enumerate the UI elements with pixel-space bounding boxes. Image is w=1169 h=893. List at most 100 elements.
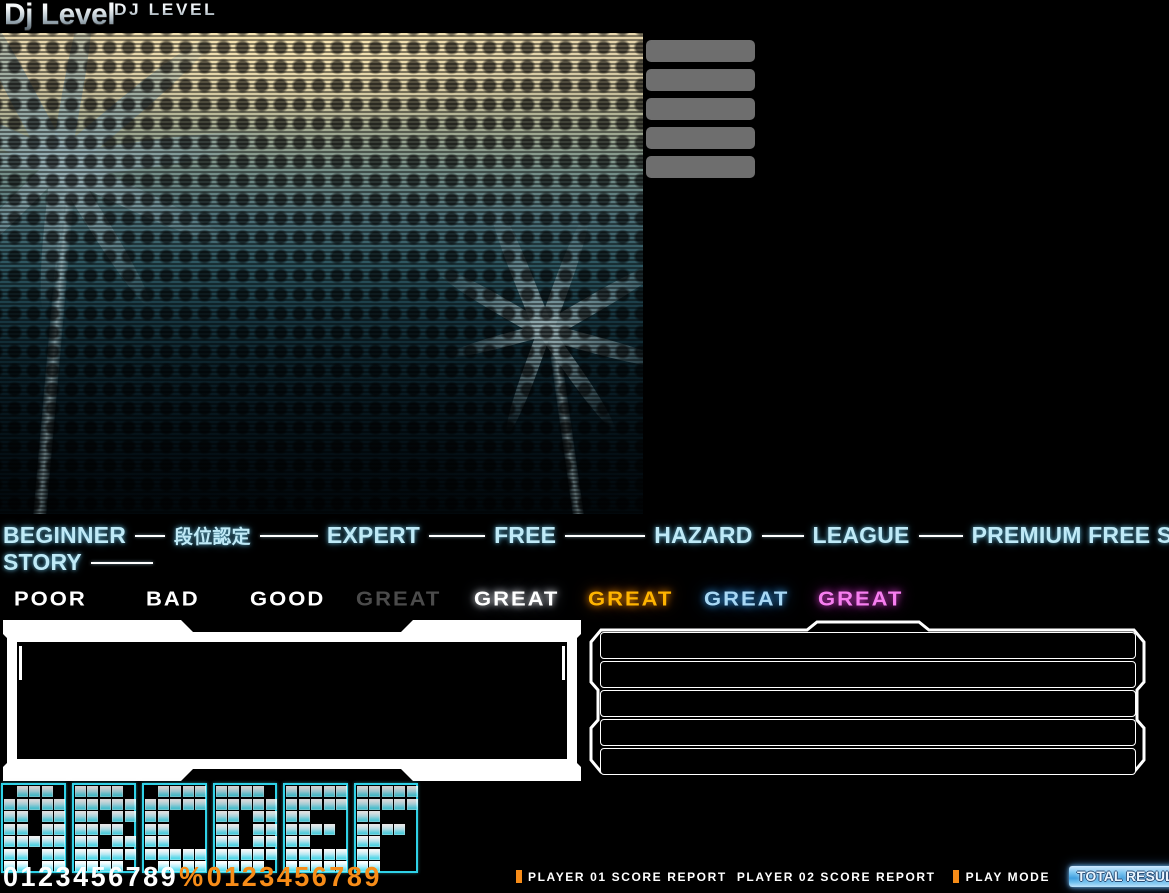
rank-letter-pixel — [356, 836, 368, 847]
mode-separator — [761, 534, 804, 537]
judgement-label-row: POOR BAD GOOD GREAT GREAT GREAT GREAT GR… — [0, 586, 1169, 618]
list-item[interactable] — [646, 156, 755, 178]
rank-letter-pixel — [323, 786, 335, 797]
mode-separator — [90, 561, 153, 564]
rank-letter-pixel — [157, 811, 169, 822]
mode-separator — [918, 534, 963, 537]
rank-letter-pixel — [336, 786, 347, 797]
rank-letter-pixel — [215, 848, 227, 860]
list-item[interactable] — [646, 40, 755, 62]
rank-letter-pixel — [286, 798, 297, 810]
rank-letter-pixel — [215, 798, 227, 810]
rank-letter-pixel — [112, 836, 123, 847]
rank-letter-pixel — [369, 786, 380, 797]
rank-letter-pixel — [74, 823, 86, 835]
rank-letter-pixel — [228, 823, 239, 835]
rank-letter-pixel — [215, 786, 227, 797]
rank-letter-pixel — [240, 848, 252, 860]
rank-letter-b — [71, 783, 138, 874]
mode-expert[interactable]: EXPERT — [327, 522, 420, 549]
rank-letter-pixel — [99, 786, 111, 797]
rank-letter-f — [353, 783, 420, 874]
rank-letter-pixel — [336, 798, 347, 810]
rank-letter-pixel — [253, 823, 264, 835]
rank-letter-pixel — [99, 848, 111, 860]
rank-letter-pixel — [54, 798, 65, 810]
table-row[interactable] — [600, 632, 1136, 659]
rank-letter-pixel — [16, 823, 28, 835]
mode-dan-ninei[interactable]: 段位認定 — [174, 522, 251, 549]
rank-letter-pixel — [253, 798, 264, 810]
rank-letter-pixel — [228, 798, 239, 810]
white-number-row: 0123456789 — [3, 861, 179, 893]
result-rows-panel[interactable] — [589, 620, 1146, 781]
player01-score-report-label[interactable]: PLAYER 01 SCORE REPORT — [528, 870, 727, 884]
mode-league[interactable]: LEAGUE — [813, 522, 910, 549]
rank-letter-pixel — [253, 836, 264, 847]
rank-letter-pixel — [112, 786, 123, 797]
percent-symbol: % — [179, 861, 206, 893]
rank-letter-pixel — [41, 823, 53, 835]
rank-letter-pixel — [16, 786, 28, 797]
rank-letter-a — [1, 783, 67, 874]
judgement-bad: BAD — [146, 587, 200, 611]
mode-hazard[interactable]: HAZARD — [654, 522, 752, 549]
page-title: Dj Level — [4, 0, 116, 31]
judgement-great-orange: GREAT — [588, 587, 674, 611]
rank-letter-pixel — [54, 823, 65, 835]
title-bar: Dj Level DJ LEVEL — [0, 0, 1169, 32]
rank-letter-pixel — [265, 823, 277, 835]
play-mode-row-2: STORY — [0, 549, 1169, 576]
rank-letter-pixel — [394, 823, 405, 835]
rank-letter-pixel — [112, 798, 123, 810]
mode-story[interactable]: STORY — [3, 549, 82, 576]
rank-letter-pixel — [74, 798, 86, 810]
rank-letter-pixel — [381, 823, 393, 835]
rank-letter-pixel — [369, 811, 380, 822]
rank-letter-pixel — [74, 848, 86, 860]
rank-letter-pixel — [87, 786, 98, 797]
footer-label-bar: PLAYER 01 SCORE REPORT PLAYER 02 SCORE R… — [516, 866, 1169, 887]
rank-letter-pixel — [157, 823, 169, 835]
rank-letter-pixel — [145, 848, 156, 860]
mode-separator — [259, 534, 318, 537]
list-item[interactable] — [646, 69, 755, 91]
rank-letter-pixel — [157, 836, 169, 847]
rank-letter-pixel — [16, 798, 28, 810]
rank-letter-pixel — [298, 798, 310, 810]
rank-letter-pixel — [54, 811, 65, 822]
list-item[interactable] — [646, 98, 755, 120]
number-glyph-strip: 0123456789 % 0123456789 — [3, 862, 382, 893]
table-row[interactable] — [600, 661, 1136, 688]
table-row[interactable] — [600, 690, 1136, 717]
rank-letter-pixel — [170, 798, 181, 810]
table-row[interactable] — [600, 748, 1136, 775]
rank-letter-pixel — [298, 811, 310, 822]
rank-letter-pixel — [182, 798, 194, 810]
mode-free[interactable]: FREE — [494, 522, 556, 549]
rank-letter-pixel — [54, 836, 65, 847]
mode-separator — [429, 534, 486, 537]
rank-letter-pixel — [124, 811, 136, 822]
total-result-badge[interactable]: TOTAL RESULT — [1069, 866, 1169, 887]
rank-letter-pixel — [265, 836, 277, 847]
player02-score-report-label[interactable]: PLAYER 02 SCORE REPORT — [737, 870, 936, 884]
play-mode-label[interactable]: PLAY MODE — [966, 870, 1050, 884]
mode-beginner[interactable]: BEGINNER — [3, 522, 126, 549]
rank-letter-pixel — [298, 848, 310, 860]
list-item[interactable] — [646, 127, 755, 149]
table-row[interactable] — [600, 719, 1136, 746]
rank-letter-pixel — [323, 848, 335, 860]
rank-letter-pixel — [356, 848, 368, 860]
rank-letter-pixel — [253, 848, 264, 860]
rank-letter-pixel — [265, 848, 277, 860]
rank-letter-pixel — [286, 786, 297, 797]
mode-premium-free-standard[interactable]: PREMIUM FREE STANDARD — [972, 522, 1169, 549]
mode-separator — [135, 534, 166, 537]
rank-letter-pixel — [29, 786, 40, 797]
rank-letter-pixel — [286, 823, 297, 835]
orange-number-row: 0123456789 — [206, 861, 382, 893]
rank-letter-pixel — [4, 823, 15, 835]
rank-letter-pixel — [74, 811, 86, 822]
score-detail-panel[interactable] — [3, 620, 581, 781]
